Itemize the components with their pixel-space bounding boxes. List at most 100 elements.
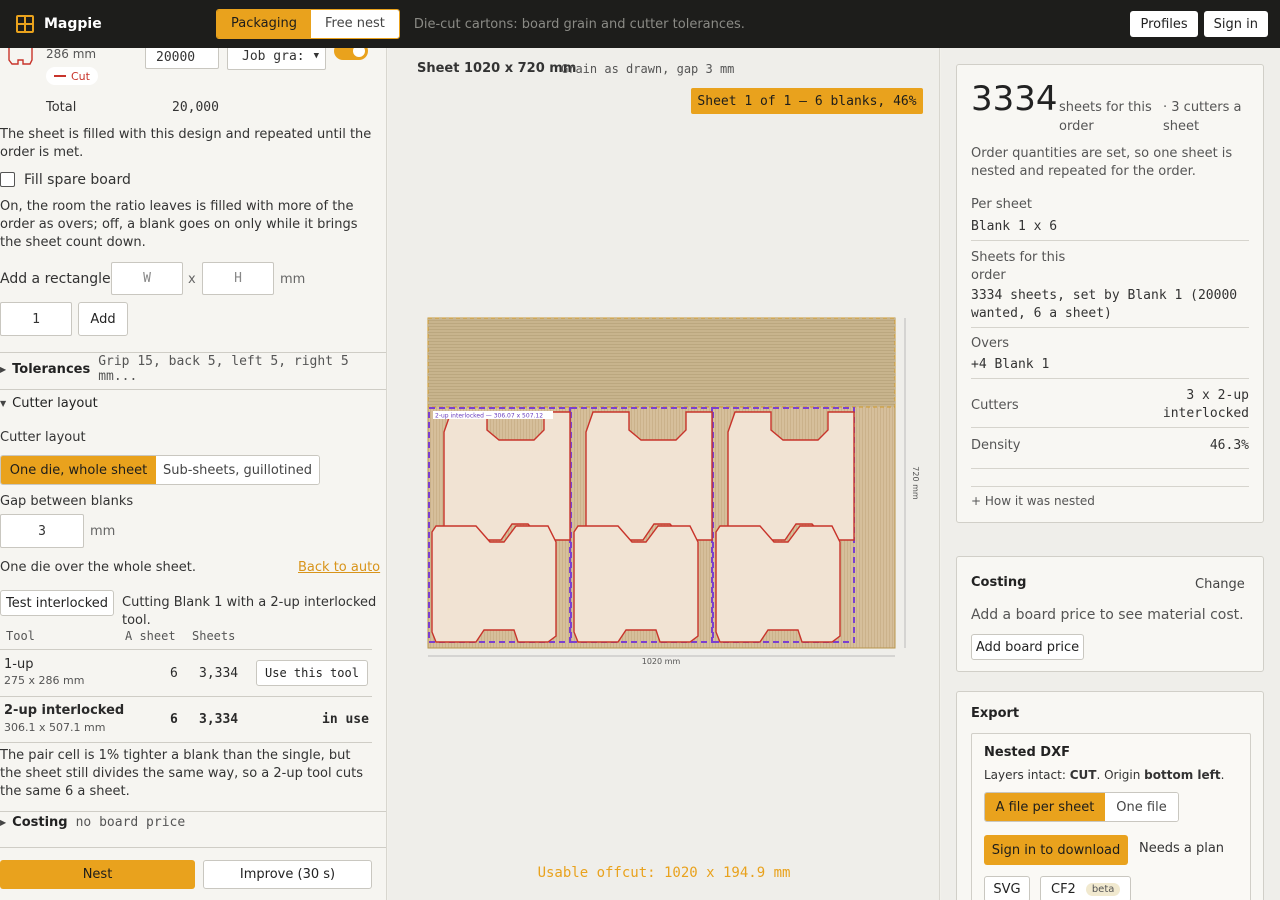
overs-label: Overs <box>971 336 1010 351</box>
table-header-a-sheet: A sheet <box>125 629 176 643</box>
summary-card: 3334 sheets for this order · 3 cutters a… <box>956 64 1264 523</box>
fill-spare-label: Fill spare board <box>24 172 131 188</box>
grain-note: Grain as drawn, gap 3 mm <box>561 62 735 76</box>
costing-section[interactable]: ▶ Costing no board price <box>0 807 386 837</box>
sheet-preview-panel: Sheet 1020 x 720 mm Grain as drawn, gap … <box>388 48 940 900</box>
tool-1up-a-sheet: 6 <box>170 666 178 681</box>
test-note: Cutting Blank 1 with a 2-up interlocked … <box>122 595 377 628</box>
back-to-auto-link[interactable]: Back to auto <box>298 559 380 577</box>
blank-size: 286 mm <box>46 48 97 61</box>
how-nested-toggle[interactable]: + How it was nested <box>971 494 1095 508</box>
grain-select-value: Job gra: <box>242 48 305 64</box>
cutter-layout-switch: One die, whole sheet Sub-sheets, guillot… <box>0 455 320 485</box>
tolerances-title: Tolerances <box>12 361 91 377</box>
fill-note: The sheet is filled with this design and… <box>0 127 372 160</box>
overs-value: +4 Blank 1 <box>971 357 1050 372</box>
tool-2up-sheets: 3,334 <box>199 712 239 727</box>
grain-select[interactable]: Job gra: ▼ <box>227 48 326 70</box>
table-header-tool: Tool <box>6 629 35 643</box>
tool-1up-name: 1-up <box>4 657 34 672</box>
blank-outline[interactable] <box>431 525 557 643</box>
add-rectangle-label: Add a rectangle <box>0 271 111 287</box>
sheet-badge: Sheet 1 of 1 — 6 blanks, 46% <box>691 88 923 114</box>
sign-in-to-download-button[interactable]: Sign in to download <box>984 835 1128 865</box>
costing-summary: no board price <box>75 814 186 830</box>
cutter-layout-title: Cutter layout <box>12 395 98 411</box>
summary-panel: 3334 sheets for this order · 3 cutters a… <box>941 48 1280 900</box>
expand-icon: ▶ <box>0 817 7 827</box>
table-header-sheets: Sheets <box>192 629 236 643</box>
tool-2up-dims: 306.1 x 507.1 mm <box>4 721 106 734</box>
costing-card-title: Costing <box>971 575 1027 590</box>
nest-button[interactable]: Nest <box>0 860 195 889</box>
collapse-icon: ▼ <box>0 398 7 408</box>
costing-change-link[interactable]: Change <box>1195 577 1245 592</box>
usable-offcut: Usable offcut: 1020 x 194.9 mm <box>537 865 791 881</box>
rect-count-input[interactable]: 1 <box>0 302 72 336</box>
layers-note: Layers intact: CUT. Origin bottom left. <box>984 768 1225 782</box>
rect-height-input[interactable]: H <box>202 262 274 295</box>
cutter-layout-section[interactable]: ▼ Cutter layout <box>0 388 98 418</box>
tolerances-section[interactable]: ▶ Tolerances Grip 15, back 5, left 5, ri… <box>0 354 386 384</box>
one-die-option[interactable]: One die, whole sheet <box>1 456 156 484</box>
tagline: Die-cut cartons: board grain and cutter … <box>413 16 745 32</box>
tool-1up-dims: 275 x 286 mm <box>4 674 85 687</box>
in-use-status: in use <box>322 712 369 727</box>
add-rectangle-button[interactable]: Add <box>78 302 128 336</box>
blank-enabled-toggle[interactable] <box>334 48 368 60</box>
rect-unit: mm <box>280 272 306 287</box>
gap-input[interactable]: 3 <box>0 514 84 548</box>
cutters-value: 3 x 2-up interlocked <box>1162 388 1249 421</box>
sheet-title: Sheet 1020 x 720 mm <box>417 61 577 76</box>
top-bar: Magpie Packaging Free nest Die-cut carto… <box>0 0 1280 48</box>
brand[interactable]: Magpie <box>16 15 216 33</box>
cutters-label: Cutters <box>971 398 1019 413</box>
one-file-option[interactable]: One file <box>1105 793 1178 821</box>
costing-card: Costing Change Add a board price to see … <box>956 556 1264 672</box>
sign-in-button[interactable]: Sign in <box>1203 11 1268 37</box>
gap-unit: mm <box>90 524 116 539</box>
improve-button[interactable]: Improve (30 s) <box>203 860 372 889</box>
tool-1up-sheets: 3,334 <box>199 666 239 681</box>
sheet-badge-label: Sheet 1 of 1 — 6 blanks, 46% <box>697 93 917 109</box>
mode-free-nest-tab[interactable]: Free nest <box>311 10 399 38</box>
per-sheet-value: Blank 1 x 6 <box>971 219 1058 234</box>
tolerances-summary: Grip 15, back 5, left 5, right 5 mm... <box>98 354 349 384</box>
total-value: 20,000 <box>172 100 219 115</box>
brand-name: Magpie <box>44 16 102 32</box>
cutter-layout-label: Cutter layout <box>0 430 86 445</box>
use-this-tool-button[interactable]: Use this tool <box>256 660 368 686</box>
blank-outline[interactable] <box>573 525 699 643</box>
mode-packaging-tab[interactable]: Packaging <box>217 10 311 38</box>
offcut-region <box>427 317 896 408</box>
per-sheet-label: Per sheet <box>971 197 1032 212</box>
sheet-height-label: 720 mm <box>911 466 920 500</box>
expand-icon: ▶ <box>0 364 7 374</box>
fill-spare-checkbox[interactable] <box>0 172 15 187</box>
test-interlocked-button[interactable]: Test interlocked <box>0 590 114 616</box>
sheets-count: 3334 <box>971 79 1058 119</box>
density-label: Density <box>971 438 1021 453</box>
sheet-canvas[interactable]: 2-up interlocked — 306.07 x 507.12 1020 … <box>424 314 944 704</box>
file-mode-switch: A file per sheet One file <box>984 792 1179 822</box>
sheets-for-order-value: 3334 sheets, set by Blank 1 (20000 wante… <box>971 288 1238 321</box>
export-title: Export <box>971 706 1020 721</box>
pair-note: The pair cell is 1% tighter a blank than… <box>0 748 363 799</box>
total-label: Total <box>46 100 77 115</box>
blank-thumbnail-icon <box>8 48 33 65</box>
cut-badge: Cut <box>46 67 98 85</box>
rect-width-input[interactable]: W <box>111 262 183 295</box>
chevron-down-icon: ▼ <box>313 51 319 61</box>
tool-tag: 2-up interlocked — 306.07 x 507.12 <box>435 413 543 420</box>
density-value: 46.3% <box>1209 438 1249 453</box>
beta-badge: beta <box>1085 882 1121 896</box>
svg-export-button[interactable]: SVG <box>984 876 1030 900</box>
sub-sheets-option[interactable]: Sub-sheets, guillotined <box>156 456 319 484</box>
quantity-input[interactable]: 20000 <box>145 48 219 69</box>
profiles-button[interactable]: Profiles <box>1130 11 1198 37</box>
file-per-sheet-option[interactable]: A file per sheet <box>985 793 1105 821</box>
tool-2up-name: 2-up interlocked <box>4 703 125 718</box>
add-board-price-button[interactable]: Add board price <box>971 634 1084 660</box>
blank-outline[interactable] <box>715 525 841 643</box>
cf2-export-button[interactable]: CF2 beta <box>1040 876 1131 900</box>
